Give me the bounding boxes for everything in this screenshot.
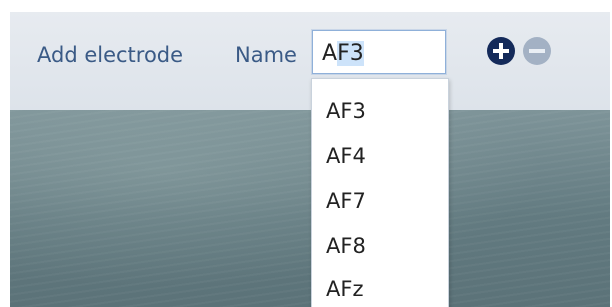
- minus-circle-icon: [529, 49, 545, 53]
- electrode-name-dropdown[interactable]: AF3 AF4 AF7 AF8 AFz: [311, 78, 449, 307]
- remove-electrode-button[interactable]: [523, 37, 551, 65]
- name-label: Name: [235, 43, 297, 67]
- dropdown-option-af7[interactable]: AF7: [326, 189, 366, 213]
- electrode-editor: Add electrode Name AF3 AF3 AF4 AF7 AF8 A…: [10, 12, 610, 307]
- dropdown-option-af8[interactable]: AF8: [326, 234, 366, 258]
- name-input-selected-text: F3: [337, 41, 364, 66]
- plus-circle-icon: [493, 43, 509, 59]
- dropdown-option-af3[interactable]: AF3: [326, 99, 366, 123]
- electrode-canvas[interactable]: [10, 110, 610, 307]
- add-electrode-label: Add electrode: [37, 43, 184, 67]
- name-input-text: A: [322, 41, 338, 66]
- add-electrode-button[interactable]: [487, 37, 515, 65]
- dropdown-option-afz[interactable]: AFz: [326, 277, 363, 301]
- dropdown-option-af4[interactable]: AF4: [326, 144, 366, 168]
- electrode-name-input[interactable]: AF3: [312, 30, 446, 74]
- toolbar: Add electrode Name AF3: [10, 12, 610, 110]
